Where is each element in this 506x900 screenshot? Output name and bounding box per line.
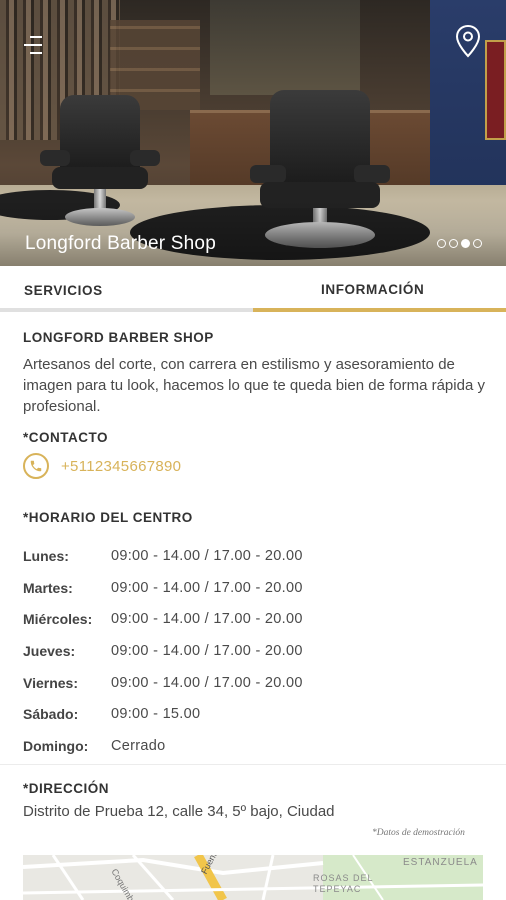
hours-row: Domingo: Cerrado: [23, 730, 483, 762]
tab-bar: SERVICIOS INFORMACIÓN: [0, 266, 506, 312]
hours-day: Martes:: [23, 579, 73, 596]
slide-dot-active[interactable]: [461, 239, 470, 248]
tab-servicios[interactable]: SERVICIOS: [0, 266, 253, 312]
hours-day: Miércoles:: [23, 611, 93, 628]
hours-row: Lunes: 09:00 - 14.00 / 17.00 - 20.00: [23, 540, 483, 572]
tab-indicator: [0, 308, 253, 312]
menu-icon[interactable]: [24, 36, 42, 56]
hours-row: Jueves: 09:00 - 14.00 / 17.00 - 20.00: [23, 635, 483, 667]
section-divider: [0, 764, 506, 765]
map-label: ROSAS DEL TEPEYAC: [313, 873, 374, 894]
address-heading: *DIRECCIÓN: [23, 781, 110, 796]
tab-indicator-active: [253, 308, 506, 312]
business-description: Artesanos del corte, con carrera en esti…: [23, 356, 485, 415]
hours-heading: *HORARIO DEL CENTRO: [23, 510, 193, 525]
hours-day: Lunes:: [23, 547, 69, 564]
hours-row: Viernes: 09:00 - 14.00 / 17.00 - 20.00: [23, 667, 483, 699]
hours-time: 09:00 - 14.00 / 17.00 - 20.00: [111, 642, 303, 659]
hours-day: Sábado:: [23, 706, 79, 723]
tab-label: SERVICIOS: [24, 283, 103, 298]
hours-time: 09:00 - 14.00 / 17.00 - 20.00: [111, 611, 303, 628]
business-name: LONGFORD BARBER SHOP: [23, 330, 214, 345]
hours-row: Martes: 09:00 - 14.00 / 17.00 - 20.00: [23, 572, 483, 604]
map-pin-icon[interactable]: [455, 24, 481, 58]
hours-time: 09:00 - 14.00 / 17.00 - 20.00: [111, 579, 303, 596]
slide-dot[interactable]: [449, 239, 458, 248]
tab-label: INFORMACIÓN: [321, 282, 425, 297]
address-text: Distrito de Prueba 12, calle 34, 5º bajo…: [23, 803, 335, 820]
hero-bg-poster: [485, 40, 506, 140]
hours-row: Sábado: 09:00 - 15.00: [23, 698, 483, 730]
tab-informacion[interactable]: INFORMACIÓN: [253, 266, 506, 312]
slide-dot[interactable]: [473, 239, 482, 248]
hours-table: Lunes: 09:00 - 14.00 / 17.00 - 20.00 Mar…: [23, 540, 483, 762]
contact-heading: *CONTACTO: [23, 430, 108, 445]
phone-link[interactable]: +5112345667890: [23, 453, 181, 479]
hours-time: 09:00 - 15.00: [111, 706, 201, 723]
slide-dot[interactable]: [437, 239, 446, 248]
hero-image[interactable]: Longford Barber Shop: [0, 0, 506, 266]
hours-time: 09:00 - 14.00 / 17.00 - 20.00: [111, 674, 303, 691]
hours-day: Domingo:: [23, 737, 89, 754]
hours-time: 09:00 - 14.00 / 17.00 - 20.00: [111, 547, 303, 564]
slide-indicator[interactable]: [437, 239, 482, 248]
hero-title: Longford Barber Shop: [25, 233, 216, 254]
demo-note: *Datos de demostración: [372, 828, 465, 838]
hours-row: Miércoles: 09:00 - 14.00 / 17.00 - 20.00: [23, 603, 483, 635]
phone-icon: [23, 453, 49, 479]
hours-day: Jueves:: [23, 642, 76, 659]
location-map[interactable]: ESTANZUELA ROSAS DEL TEPEYAC Fuentes Ne …: [23, 855, 483, 900]
phone-number[interactable]: +5112345667890: [61, 458, 181, 475]
hours-time: Cerrado: [111, 737, 166, 754]
map-label: ESTANZUELA: [403, 857, 478, 868]
hero-bg-wall: [210, 0, 360, 95]
hours-day: Viernes:: [23, 674, 78, 691]
